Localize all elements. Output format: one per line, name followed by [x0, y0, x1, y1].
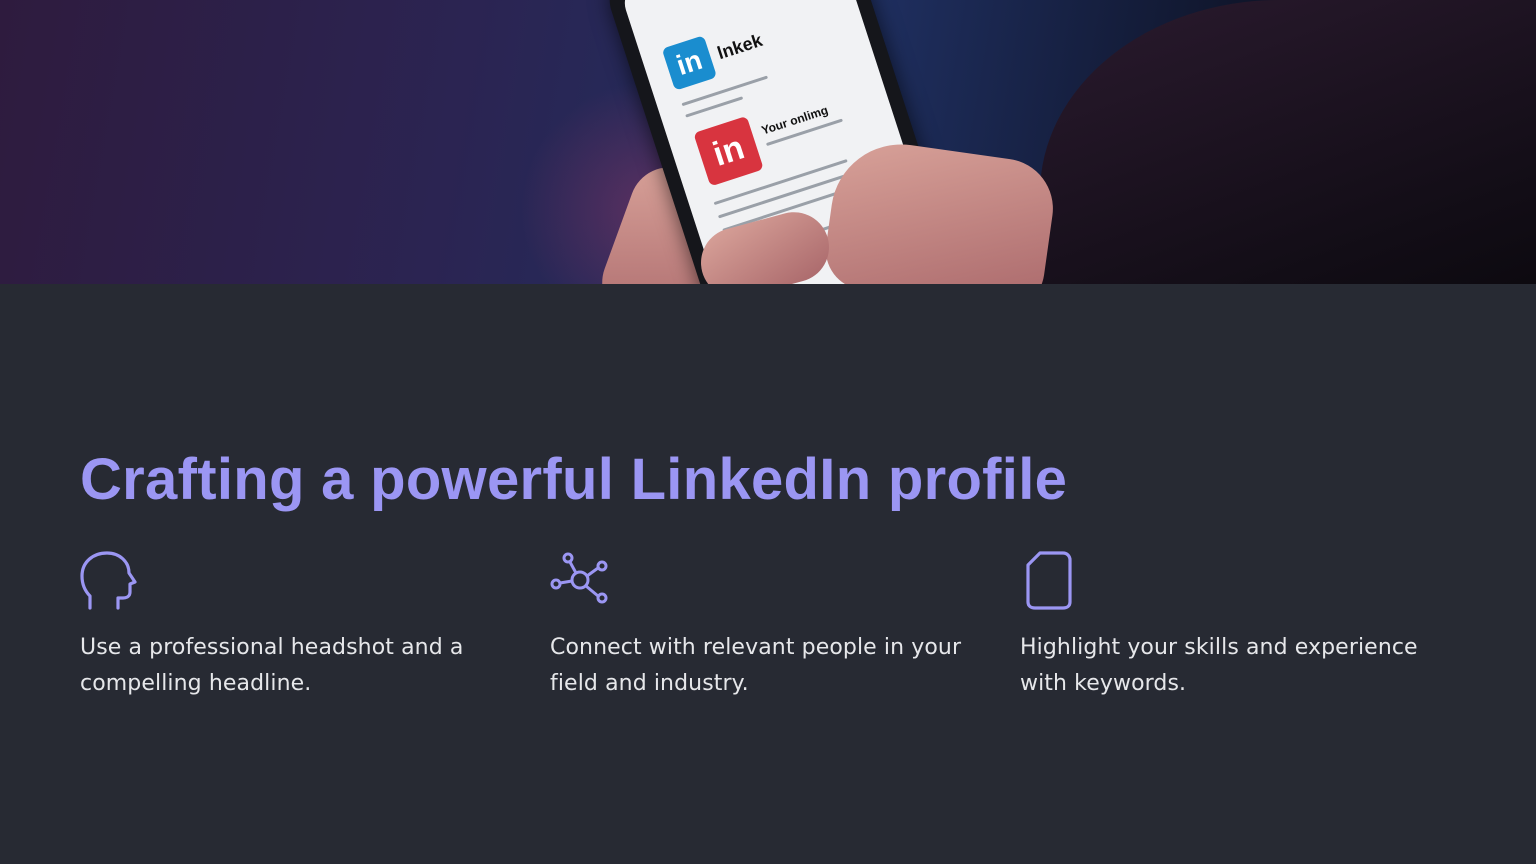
feature-card-network: Connect with relevant people in your fie…: [550, 550, 980, 702]
feature-text: Connect with relevant people in your fie…: [550, 635, 962, 696]
linkedin-logo-red: in: [693, 115, 764, 187]
page-title: Crafting a powerful LinkedIn profile: [80, 447, 1068, 512]
feature-card-headshot: Use a professional headshot and a compel…: [80, 550, 510, 702]
head-profile-icon: [80, 551, 137, 610]
feature-text: Highlight your skills and experience wit…: [1020, 635, 1418, 696]
linkedin-logo-blue: in: [661, 35, 718, 91]
feature-text: Use a professional headshot and a compel…: [80, 635, 464, 696]
feature-card-document: Highlight your skills and experience wit…: [1020, 550, 1450, 702]
phone-app-name: lnkek: [714, 29, 765, 64]
phone-card-title: Your onlimg: [759, 102, 830, 138]
document-icon: [1026, 551, 1072, 610]
hero-image: in lnkek in Your onlimg: [0, 0, 1536, 284]
network-icon: [550, 552, 608, 604]
person-shoulder: [1040, 0, 1536, 284]
